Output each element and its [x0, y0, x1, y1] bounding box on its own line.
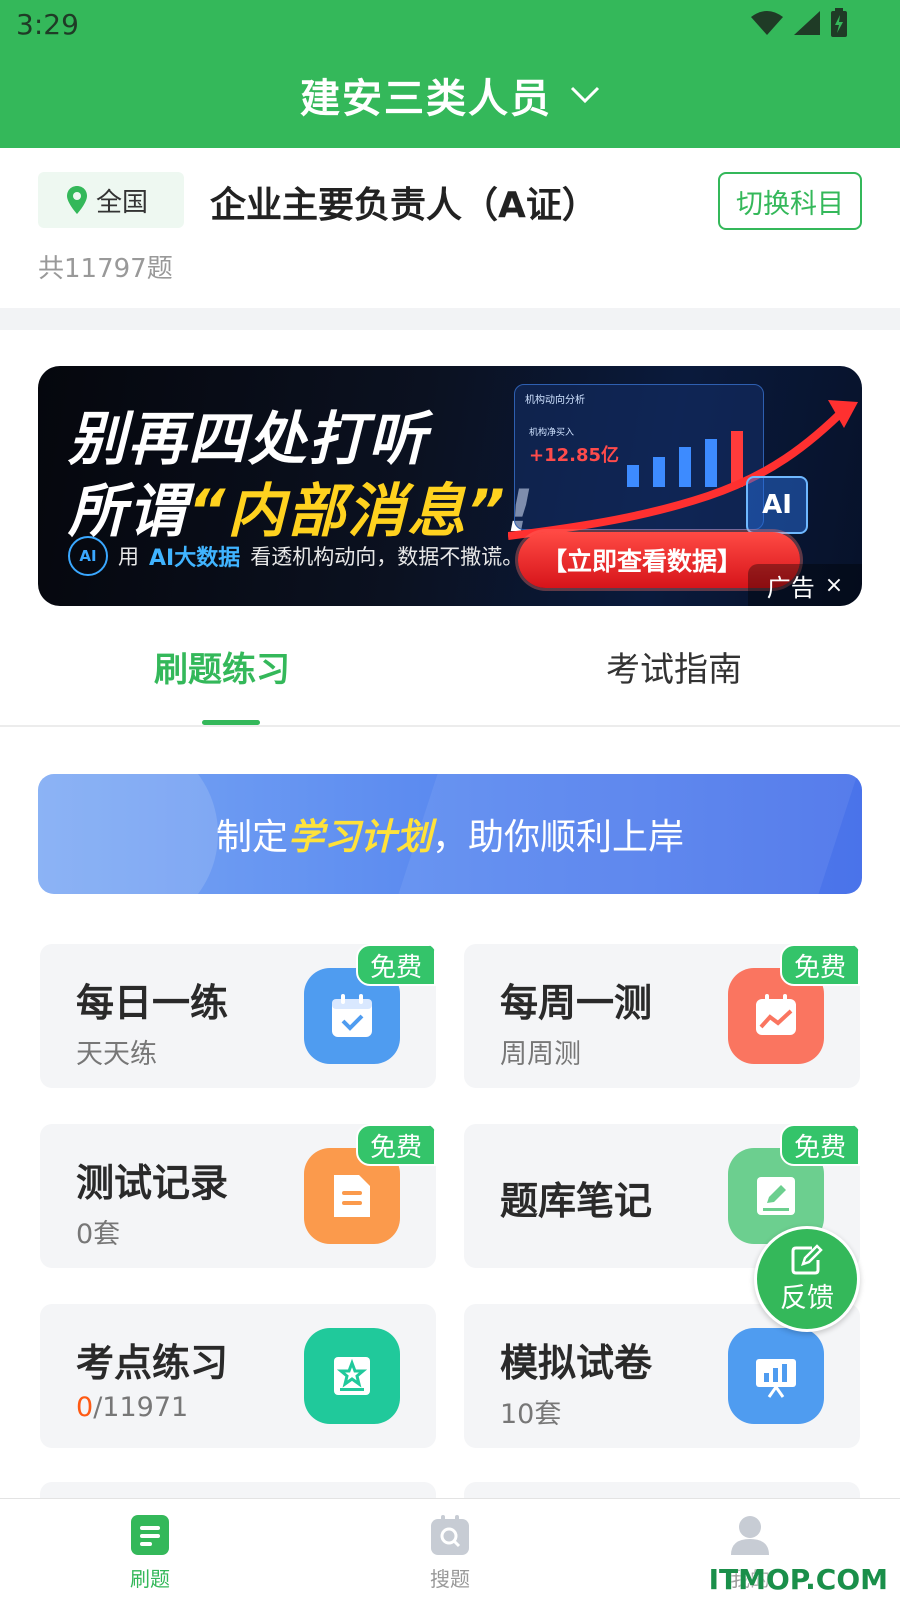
nav-practice[interactable]: 刷题 [90, 1513, 210, 1592]
site-watermark: ITMOP.COM [708, 1563, 888, 1596]
ad-banner[interactable]: 别再四处打听 所谓“内部消息”! AI 用AI大数据看透机构动向，数据不撒谎。 … [38, 366, 862, 606]
question-count: 共11797题 [38, 254, 173, 284]
free-badge: 免费 [780, 1124, 860, 1166]
study-plan-suffix: ，助你顺利上岸 [432, 817, 685, 858]
progress-done: 0 [76, 1392, 94, 1423]
feature-key-point-practice[interactable]: 考点练习 0/11971 [40, 1304, 436, 1448]
card-title: 考点练习 [76, 1341, 229, 1385]
card-title: 每日一练 [76, 981, 229, 1025]
ad-sub-suffix: 看透机构动向，数据不撒谎。 [250, 545, 524, 569]
ad-label-text: 广告 [766, 573, 815, 602]
ad-subline: AI 用 AI大数据 看透机构动向，数据不撒谎。 [68, 536, 523, 576]
progress-total: /11971 [93, 1392, 189, 1423]
card-title: 每周一测 [500, 981, 653, 1025]
trend-arrow-graphic [508, 400, 858, 540]
region-chip[interactable]: 全国 [38, 172, 184, 228]
study-plan-text: 制定学习计划，助你顺利上岸 [216, 808, 684, 860]
status-time: 3:29 [16, 8, 79, 41]
feature-daily-practice[interactable]: 每日一练 天天练 免费 [40, 944, 436, 1088]
region-label: 全国 [96, 187, 149, 218]
subject-title: 企业主要负责人（A证） [210, 185, 598, 226]
header-title: 建安三类人员 [300, 76, 552, 122]
study-plan-banner[interactable]: 制定学习计划，助你顺利上岸 [38, 774, 862, 894]
tab-practice[interactable]: 刷题练习 [154, 642, 290, 691]
location-pin-icon [67, 186, 87, 214]
free-badge: 免费 [356, 944, 436, 986]
subject-card: 全国 企业主要负责人（A证） 切换科目 共11797题 [0, 148, 900, 308]
wifi-icon [751, 11, 783, 35]
ad-sub-highlight: AI大数据 [149, 546, 241, 571]
tab-exam-guide[interactable]: 考试指南 [606, 642, 742, 691]
card-title: 测试记录 [76, 1161, 229, 1205]
status-icons [750, 8, 848, 38]
ad-headline-2-highlight: “内部消息” [188, 477, 507, 545]
user-icon [731, 1516, 769, 1555]
ad-sub-prefix: 用 [118, 545, 139, 569]
ad-label: 广告 × [748, 564, 862, 606]
nav-search-label: 搜题 [430, 1567, 470, 1591]
card-title: 题库笔记 [500, 1179, 653, 1223]
free-badge: 免费 [356, 1124, 436, 1166]
card-title: 模拟试卷 [500, 1341, 653, 1385]
free-badge: 免费 [780, 944, 860, 986]
switch-subject-button[interactable]: 切换科目 [718, 172, 862, 230]
card-subtitle: 10套 [500, 1399, 562, 1430]
nav-practice-label: 刷题 [130, 1567, 170, 1591]
ad-close-icon[interactable]: × [825, 573, 843, 598]
app-header: 3:29 建安三类人员 [0, 0, 900, 148]
question-book-icon [131, 1515, 169, 1555]
chevron-down-icon [570, 86, 600, 104]
feedback-button[interactable]: 反馈 [754, 1226, 860, 1332]
card-subtitle: 0套 [76, 1219, 121, 1250]
signal-icon [794, 11, 820, 35]
presentation-icon [728, 1328, 824, 1424]
edit-note-icon [791, 1243, 823, 1274]
battery-icon [831, 8, 847, 37]
study-plan-prefix: 制定 [215, 817, 288, 858]
nav-search[interactable]: 搜题 [390, 1513, 510, 1592]
card-subtitle: 0/11971 [76, 1392, 188, 1423]
tabs-divider [0, 725, 900, 727]
star-book-icon [304, 1328, 400, 1424]
tab-bar: 刷题练习 考试指南 [0, 612, 900, 726]
card-subtitle: 周周测 [500, 1039, 581, 1070]
ad-ai-tile: AI [746, 476, 808, 534]
study-plan-highlight: 学习计划 [287, 817, 432, 858]
search-camera-icon [431, 1515, 469, 1555]
feature-test-records[interactable]: 测试记录 0套 免费 [40, 1124, 436, 1268]
card-subtitle: 天天练 [76, 1039, 157, 1070]
ad-headline-2-prefix: 所谓 [68, 477, 189, 545]
ai-icon: AI [68, 536, 108, 576]
section-divider [0, 308, 900, 330]
exam-selector[interactable]: 建安三类人员 [0, 66, 900, 124]
feature-weekly-test[interactable]: 每周一测 周周测 免费 [464, 944, 860, 1088]
feedback-label: 反馈 [780, 1282, 834, 1314]
